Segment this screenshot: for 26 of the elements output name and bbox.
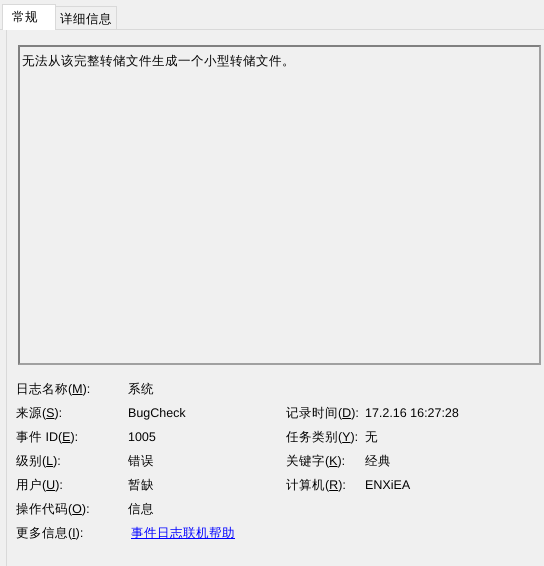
field-value: 17.2.16 16:27:28 (365, 404, 460, 422)
field-label: 操作代码(O): (16, 500, 91, 518)
description-text: 无法从该完整转储文件生成一个小型转储文件。 (22, 54, 295, 68)
tab[interactable]: 详细信息 (56, 6, 117, 29)
field-value: BugCheck (128, 404, 187, 422)
field-value: 信息 (128, 500, 155, 518)
field-label: 记录时间(D): (286, 404, 360, 422)
field-label: 关键字(K): (286, 452, 346, 470)
field-label: 任务类别(Y): (286, 428, 360, 446)
field-value: ENXiEA (365, 476, 412, 494)
field-label: 计算机(R): (286, 476, 347, 494)
field-value: 暂缺 (128, 476, 155, 494)
field-label: 用户(U): (16, 476, 64, 494)
field-value: 无 (365, 428, 379, 446)
field-value: 错误 (128, 452, 155, 470)
field-label: 更多信息(I): (16, 524, 84, 542)
field-label: 来源(S): (16, 404, 64, 422)
tab[interactable]: 常规 (2, 4, 56, 30)
field-value: 1005 (128, 428, 157, 446)
field-label: 日志名称(M): (16, 380, 92, 398)
field-value: 经典 (365, 452, 392, 470)
help-link[interactable]: 事件日志联机帮助 (128, 524, 286, 542)
field-value: 系统 (128, 380, 155, 398)
field-label: 事件 ID(E): (16, 428, 80, 446)
field-label: 级别(L): (16, 452, 62, 470)
description-box[interactable]: 无法从该完整转储文件生成一个小型转储文件。 (18, 45, 541, 365)
